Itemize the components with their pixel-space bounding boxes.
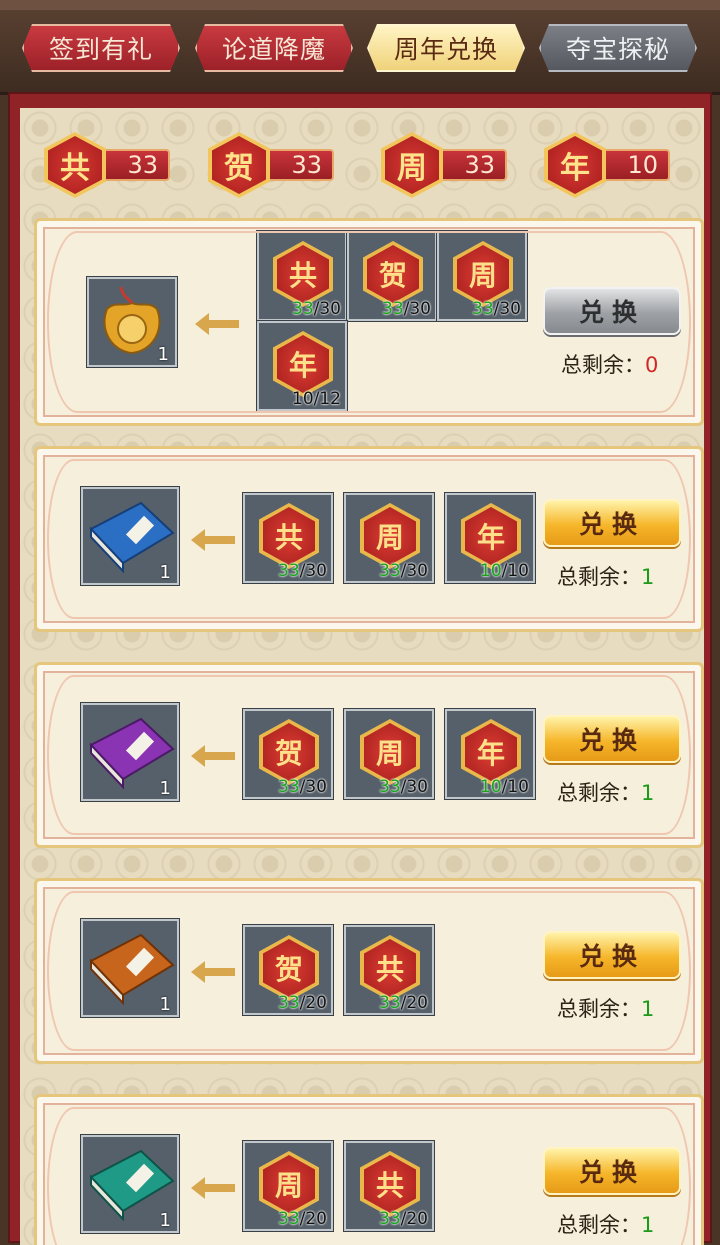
total-remaining: 总剩余：1 bbox=[557, 1213, 655, 1237]
nian-token-icon: 年 bbox=[461, 503, 521, 569]
currency-nian: 年 10 bbox=[544, 132, 674, 198]
reward-slot[interactable]: 1 bbox=[80, 1134, 180, 1234]
exchange-panel: 共 33 贺 33 周 33 年 10 1 共 33/30 贺 33/30 周 … bbox=[20, 108, 704, 1245]
currency-he: 贺 33 bbox=[208, 132, 338, 198]
gong-token-icon: 共 bbox=[360, 935, 420, 1001]
gong-token-icon: 共 bbox=[360, 1151, 420, 1217]
total-remaining: 总剩余：1 bbox=[557, 997, 655, 1021]
he-token-icon: 贺 bbox=[208, 132, 270, 198]
exchange-card-3: 1 贺 33/30 周 33/30 年 10/10 兑换 总剩余：1 bbox=[34, 662, 704, 848]
cost-slot-gong: 共 33/30 bbox=[242, 492, 334, 584]
reward-quantity: 1 bbox=[159, 778, 171, 799]
nian-token-icon: 年 bbox=[544, 132, 606, 198]
cost-slot-gong: 共 33/20 bbox=[343, 924, 435, 1016]
exchange-card-1: 1 共 33/30 贺 33/30 周 33/30 年 10/12 兑换 总剩余… bbox=[34, 218, 704, 426]
he-token-icon: 贺 bbox=[259, 935, 319, 1001]
arrow-left-icon bbox=[191, 1177, 235, 1199]
zhou-token-icon: 周 bbox=[259, 1151, 319, 1217]
nian-token-icon: 年 bbox=[273, 331, 333, 397]
tab-sign-in-gift[interactable]: 签到有礼 bbox=[22, 24, 180, 72]
gong-token-icon: 共 bbox=[259, 503, 319, 569]
exchange-card-2: 1 共 33/30 周 33/30 年 10/10 兑换 总剩余：1 bbox=[34, 446, 704, 632]
zhou-token-icon: 周 bbox=[381, 132, 443, 198]
cost-slot-zhou: 周 33/20 bbox=[242, 1140, 334, 1232]
zhou-token-icon: 周 bbox=[360, 503, 420, 569]
reward-quantity: 1 bbox=[159, 994, 171, 1015]
cost-slot-zhou: 周 33/30 bbox=[343, 708, 435, 800]
exchange-card-4: 1 贺 33/20 共 33/20 兑换 总剩余：1 bbox=[34, 878, 704, 1064]
cost-slot-he: 贺 33/30 bbox=[346, 230, 438, 322]
cost-slot-zhou: 周 33/30 bbox=[436, 230, 528, 322]
reward-slot[interactable]: 1 bbox=[80, 702, 180, 802]
arrow-left-icon bbox=[191, 961, 235, 983]
main-frame: 共 33 贺 33 周 33 年 10 1 共 33/30 贺 33/30 周 … bbox=[8, 92, 712, 1245]
gong-token-icon: 共 bbox=[44, 132, 106, 198]
reward-slot[interactable]: 1 bbox=[80, 918, 180, 1018]
reward-quantity: 1 bbox=[159, 562, 171, 583]
arrow-left-icon bbox=[195, 313, 239, 335]
exchange-button[interactable]: 兑换 bbox=[543, 1147, 681, 1195]
cost-slot-nian: 年 10/12 bbox=[256, 320, 348, 412]
nian-token-icon: 年 bbox=[461, 719, 521, 785]
reward-quantity: 1 bbox=[157, 344, 169, 365]
reward-slot[interactable]: 1 bbox=[86, 276, 178, 368]
zhou-token-icon: 周 bbox=[360, 719, 420, 785]
reward-quantity: 1 bbox=[159, 1210, 171, 1231]
cost-slot-gong: 共 33/20 bbox=[343, 1140, 435, 1232]
exchange-button[interactable]: 兑换 bbox=[543, 715, 681, 763]
cost-slot-he: 贺 33/30 bbox=[242, 708, 334, 800]
tab-debate-demons[interactable]: 论道降魔 bbox=[195, 24, 353, 72]
he-token-icon: 贺 bbox=[259, 719, 319, 785]
cost-slot-nian: 年 10/10 bbox=[444, 708, 536, 800]
he-token-icon: 贺 bbox=[363, 241, 423, 307]
reward-slot[interactable]: 1 bbox=[80, 486, 180, 586]
total-remaining: 总剩余：1 bbox=[557, 565, 655, 589]
exchange-button[interactable]: 兑换 bbox=[543, 931, 681, 979]
tab-treasure-hunt[interactable]: 夺宝探秘 bbox=[539, 24, 697, 72]
cost-slot-he: 贺 33/20 bbox=[242, 924, 334, 1016]
exchange-button-disabled[interactable]: 兑换 bbox=[543, 287, 681, 335]
arrow-left-icon bbox=[191, 745, 235, 767]
cost-slot-nian: 年 10/10 bbox=[444, 492, 536, 584]
exchange-button[interactable]: 兑换 bbox=[543, 499, 681, 547]
gong-token-icon: 共 bbox=[273, 241, 333, 307]
currency-gong: 共 33 bbox=[44, 132, 174, 198]
cost-slot-zhou: 周 33/30 bbox=[343, 492, 435, 584]
currency-zhou: 周 33 bbox=[381, 132, 511, 198]
exchange-card-5: 1 周 33/20 共 33/20 兑换 总剩余：1 bbox=[34, 1094, 704, 1245]
cost-slot-gong: 共 33/30 bbox=[256, 230, 348, 322]
arrow-left-icon bbox=[191, 529, 235, 551]
total-remaining: 总剩余：0 bbox=[561, 353, 659, 377]
tab-anniversary-exchange[interactable]: 周年兑换 bbox=[367, 24, 525, 72]
zhou-token-icon: 周 bbox=[453, 241, 513, 307]
top-tab-bar: 签到有礼 论道降魔 周年兑换 夺宝探秘 bbox=[0, 0, 720, 95]
total-remaining: 总剩余：1 bbox=[557, 781, 655, 805]
